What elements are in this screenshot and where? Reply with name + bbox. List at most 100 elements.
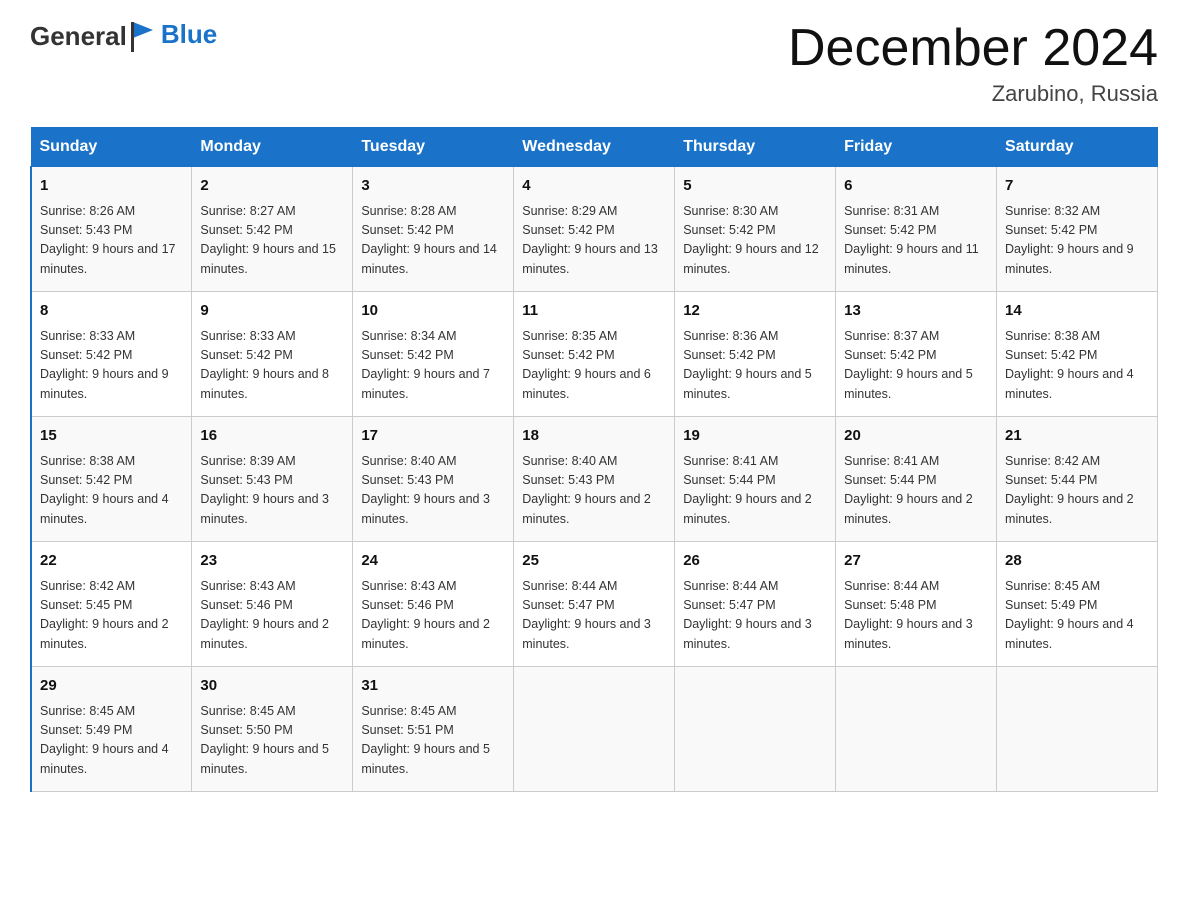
day-number: 18	[522, 425, 666, 448]
calendar-table: SundayMondayTuesdayWednesdayThursdayFrid…	[30, 127, 1158, 792]
calendar-cell: 21Sunrise: 8:42 AMSunset: 5:44 PMDayligh…	[997, 417, 1158, 542]
day-number: 27	[844, 550, 988, 573]
calendar-cell: 17 Sunrise: 8:40 AMSunset: 5:43 PMDayligh…	[353, 417, 514, 542]
calendar-cell: 27Sunrise: 8:44 AMSunset: 5:48 PMDayligh…	[836, 542, 997, 667]
header-sunday: Sunday	[31, 128, 192, 167]
logo: General Blue	[30, 20, 217, 52]
header-thursday: Thursday	[675, 128, 836, 167]
day-info: Sunrise: 8:33 AMSunset: 5:42 PMDaylight:…	[40, 327, 183, 405]
day-number: 9	[200, 300, 344, 323]
day-info: Sunrise: 8:41 AMSunset: 5:44 PMDaylight:…	[683, 452, 827, 530]
day-number: 1	[40, 175, 183, 198]
day-number: 2	[200, 175, 344, 198]
calendar-cell: 1Sunrise: 8:26 AMSunset: 5:43 PMDaylight…	[31, 167, 192, 292]
day-info: Sunrise: 8:35 AMSunset: 5:42 PMDaylight:…	[522, 327, 666, 405]
day-number: 17	[361, 425, 505, 448]
day-info: Sunrise: 8:28 AMSunset: 5:42 PMDaylight:…	[361, 202, 505, 280]
day-info: Sunrise: 8:37 AMSunset: 5:42 PMDaylight:…	[844, 327, 988, 405]
day-info: Sunrise: 8:39 AMSunset: 5:43 PMDaylight:…	[200, 452, 344, 530]
calendar-cell: 10 Sunrise: 8:34 AMSunset: 5:42 PMDayligh…	[353, 292, 514, 417]
page-header: General Blue December 2024 Zarubino, Rus…	[30, 20, 1158, 107]
day-info: Sunrise: 8:40 AMSunset: 5:43 PMDaylight:…	[522, 452, 666, 530]
day-number: 28	[1005, 550, 1149, 573]
day-info: Sunrise: 8:38 AMSunset: 5:42 PMDaylight:…	[1005, 327, 1149, 405]
day-info: Sunrise: 8:38 AMSunset: 5:42 PMDaylight:…	[40, 452, 183, 530]
calendar-week-1: 1Sunrise: 8:26 AMSunset: 5:43 PMDaylight…	[31, 167, 1158, 292]
day-number: 14	[1005, 300, 1149, 323]
calendar-cell: 29 Sunrise: 8:45 AMSunset: 5:49 PMDayligh…	[31, 667, 192, 792]
calendar-cell	[997, 667, 1158, 792]
day-number: 19	[683, 425, 827, 448]
day-number: 20	[844, 425, 988, 448]
calendar-cell: 18 Sunrise: 8:40 AMSunset: 5:43 PMDayligh…	[514, 417, 675, 542]
calendar-cell: 13Sunrise: 8:37 AMSunset: 5:42 PMDayligh…	[836, 292, 997, 417]
calendar-cell: 30 Sunrise: 8:45 AMSunset: 5:50 PMDayligh…	[192, 667, 353, 792]
days-header-row: SundayMondayTuesdayWednesdayThursdayFrid…	[31, 128, 1158, 167]
day-number: 23	[200, 550, 344, 573]
logo-flag-icon	[129, 20, 157, 52]
calendar-cell: 23 Sunrise: 8:43 AMSunset: 5:46 PMDayligh…	[192, 542, 353, 667]
calendar-week-3: 15 Sunrise: 8:38 AMSunset: 5:42 PMDayligh…	[31, 417, 1158, 542]
calendar-cell	[836, 667, 997, 792]
day-number: 8	[40, 300, 183, 323]
location: Zarubino, Russia	[788, 81, 1158, 107]
header-wednesday: Wednesday	[514, 128, 675, 167]
header-tuesday: Tuesday	[353, 128, 514, 167]
day-number: 22	[40, 550, 183, 573]
calendar-cell: 31 Sunrise: 8:45 AMSunset: 5:51 PMDayligh…	[353, 667, 514, 792]
calendar-week-2: 8 Sunrise: 8:33 AMSunset: 5:42 PMDaylight…	[31, 292, 1158, 417]
day-info: Sunrise: 8:29 AMSunset: 5:42 PMDaylight:…	[522, 202, 666, 280]
day-number: 10	[361, 300, 505, 323]
calendar-cell: 5 Sunrise: 8:30 AMSunset: 5:42 PMDaylight…	[675, 167, 836, 292]
day-number: 3	[361, 175, 505, 198]
calendar-cell: 4 Sunrise: 8:29 AMSunset: 5:42 PMDaylight…	[514, 167, 675, 292]
calendar-cell: 20Sunrise: 8:41 AMSunset: 5:44 PMDayligh…	[836, 417, 997, 542]
day-info: Sunrise: 8:27 AMSunset: 5:42 PMDaylight:…	[200, 202, 344, 280]
calendar-cell: 3 Sunrise: 8:28 AMSunset: 5:42 PMDaylight…	[353, 167, 514, 292]
month-title: December 2024	[788, 20, 1158, 77]
day-info: Sunrise: 8:45 AMSunset: 5:49 PMDaylight:…	[40, 702, 183, 780]
logo-general: General	[30, 21, 127, 52]
day-number: 5	[683, 175, 827, 198]
calendar-cell: 28 Sunrise: 8:45 AMSunset: 5:49 PMDayligh…	[997, 542, 1158, 667]
calendar-cell: 25Sunrise: 8:44 AMSunset: 5:47 PMDayligh…	[514, 542, 675, 667]
day-number: 29	[40, 675, 183, 698]
calendar-cell: 6Sunrise: 8:31 AMSunset: 5:42 PMDaylight…	[836, 167, 997, 292]
header-monday: Monday	[192, 128, 353, 167]
day-number: 24	[361, 550, 505, 573]
day-info: Sunrise: 8:43 AMSunset: 5:46 PMDaylight:…	[361, 577, 505, 655]
calendar-cell: 26Sunrise: 8:44 AMSunset: 5:47 PMDayligh…	[675, 542, 836, 667]
calendar-cell	[675, 667, 836, 792]
calendar-cell: 11 Sunrise: 8:35 AMSunset: 5:42 PMDayligh…	[514, 292, 675, 417]
logo-blue: Blue	[161, 19, 217, 49]
day-number: 4	[522, 175, 666, 198]
day-number: 7	[1005, 175, 1149, 198]
calendar-cell	[514, 667, 675, 792]
calendar-cell: 24 Sunrise: 8:43 AMSunset: 5:46 PMDayligh…	[353, 542, 514, 667]
day-info: Sunrise: 8:40 AMSunset: 5:43 PMDaylight:…	[361, 452, 505, 530]
day-info: Sunrise: 8:44 AMSunset: 5:47 PMDaylight:…	[683, 577, 827, 655]
day-info: Sunrise: 8:34 AMSunset: 5:42 PMDaylight:…	[361, 327, 505, 405]
day-info: Sunrise: 8:45 AMSunset: 5:49 PMDaylight:…	[1005, 577, 1149, 655]
day-info: Sunrise: 8:45 AMSunset: 5:50 PMDaylight:…	[200, 702, 344, 780]
calendar-cell: 12Sunrise: 8:36 AMSunset: 5:42 PMDayligh…	[675, 292, 836, 417]
calendar-cell: 19 Sunrise: 8:41 AMSunset: 5:44 PMDayligh…	[675, 417, 836, 542]
day-info: Sunrise: 8:30 AMSunset: 5:42 PMDaylight:…	[683, 202, 827, 280]
calendar-week-5: 29 Sunrise: 8:45 AMSunset: 5:49 PMDayligh…	[31, 667, 1158, 792]
day-info: Sunrise: 8:33 AMSunset: 5:42 PMDaylight:…	[200, 327, 344, 405]
calendar-cell: 2 Sunrise: 8:27 AMSunset: 5:42 PMDaylight…	[192, 167, 353, 292]
header-saturday: Saturday	[997, 128, 1158, 167]
calendar-cell: 16Sunrise: 8:39 AMSunset: 5:43 PMDayligh…	[192, 417, 353, 542]
title-block: December 2024 Zarubino, Russia	[788, 20, 1158, 107]
day-info: Sunrise: 8:43 AMSunset: 5:46 PMDaylight:…	[200, 577, 344, 655]
day-number: 30	[200, 675, 344, 698]
calendar-week-4: 22 Sunrise: 8:42 AMSunset: 5:45 PMDayligh…	[31, 542, 1158, 667]
day-info: Sunrise: 8:42 AMSunset: 5:45 PMDaylight:…	[40, 577, 183, 655]
day-info: Sunrise: 8:36 AMSunset: 5:42 PMDaylight:…	[683, 327, 827, 405]
day-info: Sunrise: 8:45 AMSunset: 5:51 PMDaylight:…	[361, 702, 505, 780]
day-number: 11	[522, 300, 666, 323]
day-number: 21	[1005, 425, 1149, 448]
day-number: 15	[40, 425, 183, 448]
calendar-cell: 15 Sunrise: 8:38 AMSunset: 5:42 PMDayligh…	[31, 417, 192, 542]
day-number: 31	[361, 675, 505, 698]
